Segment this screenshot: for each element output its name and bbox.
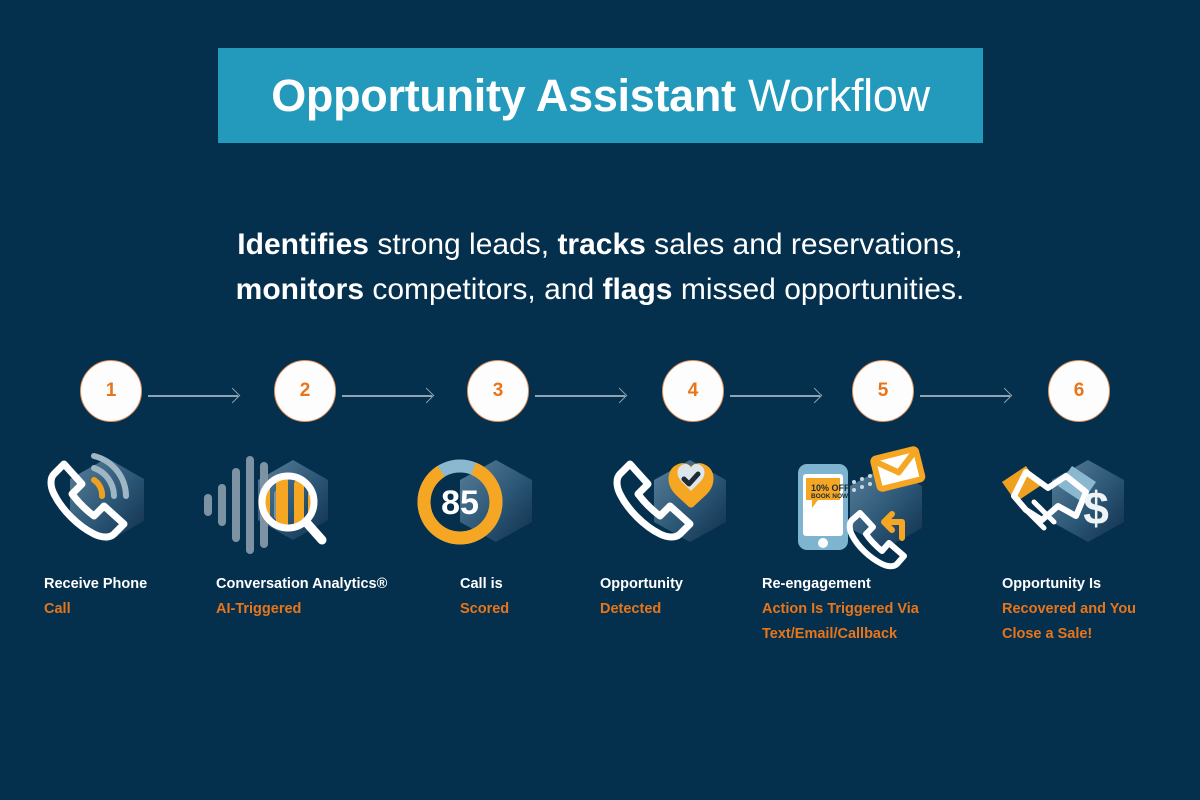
workflow-steps: 1 2 3 4 5 6 [0, 360, 1200, 424]
subtitle-text-3: competitors, and [364, 273, 603, 306]
caption-title-5: Re-engagement [762, 576, 871, 592]
subtitle-text-2: sales and reservations, [645, 228, 963, 261]
subtitle-emphasis-flags: flags [602, 273, 673, 306]
caption-title-3: Call is [460, 576, 503, 592]
step-circle-3[interactable]: 3 [467, 360, 529, 422]
subtitle-text-1: strong leads, [369, 228, 558, 261]
score-gauge-value: 85 [441, 484, 479, 522]
caption-accent-6b: Close a Sale! [1002, 626, 1093, 642]
dollar-sign-text: $ [1083, 482, 1109, 534]
arrow-connector-5-6 [920, 387, 1013, 404]
caption-step-6: Opportunity Is Recovered and You Close a… [1002, 572, 1136, 647]
step-circle-5[interactable]: 5 [852, 360, 914, 422]
subtitle-emphasis-identifies: Identifies [237, 228, 369, 261]
subtitle-emphasis-monitors: monitors [235, 273, 365, 306]
caption-accent-3: Scored [460, 601, 510, 617]
caption-title-6: Opportunity Is [1002, 576, 1102, 592]
step-circle-1[interactable]: 1 [80, 360, 142, 422]
promo-cta-text: BOOK NOW [811, 493, 849, 500]
arrow-connector-4-5 [730, 387, 823, 404]
subtitle: Identifies strong leads, tracks sales an… [0, 222, 1200, 312]
arrow-connector-1-2 [148, 387, 241, 404]
caption-step-5: Re-engagement Action Is Triggered Via Te… [762, 572, 919, 647]
arrow-connector-2-3 [342, 387, 435, 404]
caption-title-1: Receive Phone [44, 576, 148, 592]
caption-title-2: Conversation Analytics® [216, 576, 388, 592]
promo-offer-text: 10% OFF [811, 483, 850, 493]
caption-step-4: Opportunity Detected [600, 572, 683, 622]
caption-accent-2: AI-Triggered [216, 601, 302, 617]
title-banner: Opportunity Assistant Workflow [218, 48, 983, 143]
step-circle-4[interactable]: 4 [662, 360, 724, 422]
step-circle-6[interactable]: 6 [1048, 360, 1110, 422]
reengagement-icon: 10% OFF BOOK NOW [780, 446, 960, 570]
caption-accent-5b: Text/Email/Callback [762, 626, 898, 642]
step-circle-2[interactable]: 2 [274, 360, 336, 422]
subtitle-line-1: Identifies strong leads, tracks sales an… [0, 222, 1200, 267]
page-title-bold: Opportunity Assistant [271, 69, 736, 121]
subtitle-emphasis-tracks: tracks [557, 228, 646, 261]
caption-accent-5: Action Is Triggered Via [762, 601, 919, 617]
caption-step-3: Call is Scored [460, 572, 509, 622]
phone-ring-icon [32, 446, 212, 566]
caption-accent-1: Call [44, 601, 71, 617]
subtitle-line-2: monitors competitors, and flags missed o… [0, 267, 1200, 312]
caption-accent-6: Recovered and You [1002, 601, 1137, 617]
caption-title-4: Opportunity [600, 576, 683, 592]
subtitle-text-4: missed opportunities. [672, 273, 965, 306]
phone-heart-check-icon [600, 446, 780, 566]
page-title: Opportunity Assistant Workflow [271, 70, 930, 122]
arrow-connector-3-4 [535, 387, 628, 404]
waveform-search-icon [198, 446, 378, 566]
page-title-normal: Workflow [735, 69, 930, 121]
score-gauge-icon: 85 [404, 446, 584, 566]
caption-step-2: Conversation Analytics® AI-Triggered [216, 572, 387, 622]
handshake-dollar-icon: $ [992, 446, 1172, 566]
caption-accent-4: Detected [600, 601, 662, 617]
caption-step-1: Receive Phone Call [44, 572, 147, 622]
